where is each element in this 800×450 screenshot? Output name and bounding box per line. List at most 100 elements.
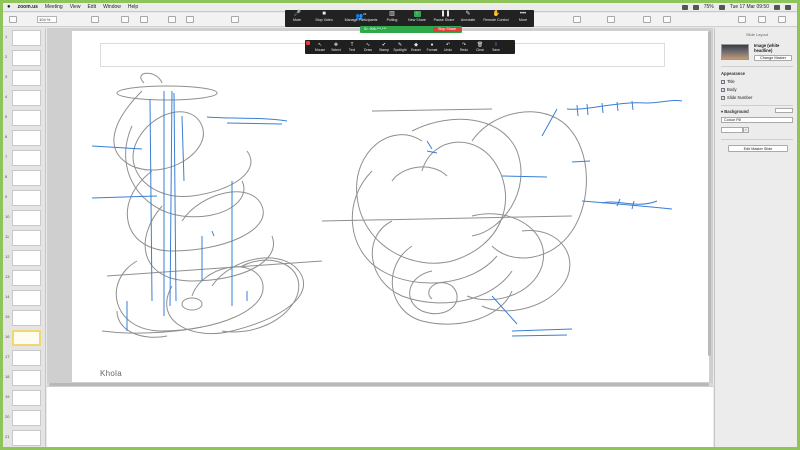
menu-window[interactable]: Window bbox=[103, 4, 121, 10]
more-button[interactable]: ••• More bbox=[515, 11, 531, 22]
annotate-button[interactable]: ✎ Annotate bbox=[458, 11, 478, 22]
slide-thumbnail-row[interactable]: 3 bbox=[3, 68, 45, 88]
slide-number-checkbox[interactable]: ✓ bbox=[721, 95, 725, 100]
slide-thumbnail[interactable] bbox=[12, 250, 41, 266]
slide-thumbnail-row[interactable]: 10 bbox=[3, 208, 45, 228]
annotation-tool-mouse[interactable]: ↖ Mouse bbox=[313, 42, 327, 52]
volume-icon[interactable] bbox=[692, 4, 699, 10]
slide-thumbnail[interactable] bbox=[12, 210, 41, 226]
battery-percent[interactable]: 75% bbox=[704, 4, 714, 10]
slide-thumbnail[interactable] bbox=[12, 350, 41, 366]
slide-thumbnail[interactable] bbox=[12, 30, 41, 46]
slide-thumbnail-row[interactable]: 16 bbox=[3, 328, 45, 348]
slide-thumbnail-row[interactable]: 6 bbox=[3, 128, 45, 148]
background-swatch[interactable] bbox=[775, 108, 793, 113]
master-thumbnail[interactable] bbox=[721, 44, 749, 60]
annotation-tool-clear[interactable]: 🗑 Clear bbox=[473, 42, 487, 52]
annotation-tool-format[interactable]: ● Format bbox=[425, 42, 439, 52]
slide-thumbnail[interactable] bbox=[12, 310, 41, 326]
background-label[interactable]: ▾ Background bbox=[721, 109, 749, 114]
title-checkbox-row[interactable]: ✓ Title bbox=[721, 79, 735, 84]
annotation-tool-undo[interactable]: ↶ Undo bbox=[441, 42, 455, 52]
slide-thumbnail[interactable] bbox=[12, 370, 41, 386]
annotation-tool-select[interactable]: ✥ Select bbox=[329, 42, 343, 52]
slide-thumbnail-row[interactable]: 20 bbox=[3, 408, 45, 428]
slide-thumbnail[interactable] bbox=[12, 390, 41, 406]
inspector-document-tab-icon[interactable] bbox=[778, 16, 786, 23]
annotation-tool-stamp[interactable]: ✔ Stamp bbox=[377, 42, 391, 52]
text-icon[interactable] bbox=[168, 16, 176, 23]
wifi-icon[interactable] bbox=[681, 4, 688, 10]
slide-thumbnail[interactable] bbox=[12, 410, 41, 426]
slide-thumbnail-row[interactable]: 5 bbox=[3, 108, 45, 128]
annotation-tool-text[interactable]: T Text bbox=[345, 42, 359, 52]
slide-thumbnail-row[interactable]: 11 bbox=[3, 228, 45, 248]
slide-thumbnail-row[interactable]: 2 bbox=[3, 48, 45, 68]
inspector-format-tab-icon[interactable] bbox=[738, 16, 746, 23]
apple-icon[interactable]: ● bbox=[7, 4, 11, 10]
pause-share-button[interactable]: ❚❚ Pause Share bbox=[431, 11, 457, 22]
mute-button[interactable]: 🎤 Mute bbox=[290, 11, 304, 22]
slide-thumbnail-row[interactable]: 8 bbox=[3, 168, 45, 188]
search-icon[interactable] bbox=[774, 4, 780, 10]
vertical-scrollbar[interactable] bbox=[708, 31, 711, 356]
annotation-tool-draw[interactable]: ∿ Draw bbox=[361, 42, 375, 52]
new-share-button[interactable]: ↑ New Share bbox=[405, 11, 429, 22]
slide-thumbnail[interactable] bbox=[12, 330, 41, 346]
chart-icon[interactable] bbox=[140, 16, 148, 23]
annotation-tool-eraser[interactable]: ◆ Eraser bbox=[409, 42, 423, 52]
animate-icon[interactable] bbox=[663, 16, 671, 23]
slide-thumbnail-row[interactable]: 4 bbox=[3, 88, 45, 108]
media-icon[interactable] bbox=[231, 16, 239, 23]
slide-thumbnail[interactable] bbox=[12, 70, 41, 86]
edit-master-slide-button[interactable]: Edit Master Slide bbox=[728, 145, 788, 152]
menu-help[interactable]: Help bbox=[128, 4, 138, 10]
slide-thumbnail[interactable] bbox=[12, 230, 41, 246]
collaborate-icon[interactable] bbox=[573, 16, 581, 23]
stop-share-button[interactable]: Stop Share bbox=[433, 27, 461, 32]
slide-thumbnail[interactable] bbox=[12, 90, 41, 106]
slide-thumbnail[interactable] bbox=[12, 130, 41, 146]
slide-thumbnail-row[interactable]: 21 bbox=[3, 428, 45, 447]
zoom-select[interactable]: 104 % bbox=[37, 16, 57, 23]
slide-thumbnail[interactable] bbox=[12, 150, 41, 166]
meeting-id[interactable]: ID: 908-***-*** bbox=[364, 27, 386, 31]
slide-thumbnail-row[interactable]: 1 bbox=[3, 28, 45, 48]
annotation-tool-redo[interactable]: ↷ Redo bbox=[457, 42, 471, 52]
slide-thumbnail-row[interactable]: 19 bbox=[3, 388, 45, 408]
control-center-icon[interactable] bbox=[785, 4, 791, 10]
view-icon[interactable] bbox=[9, 16, 17, 23]
annotation-tool-spotlight[interactable]: ✎ Spotlight bbox=[393, 42, 407, 52]
slide-thumbnail[interactable] bbox=[12, 170, 41, 186]
menubar-clock[interactable]: Tue 17 Mar 09:50 bbox=[730, 4, 769, 10]
stop-video-button[interactable]: ■ Stop Video bbox=[311, 11, 337, 22]
slide-thumbnail-row[interactable]: 12 bbox=[3, 248, 45, 268]
menu-meeting[interactable]: Meeting bbox=[45, 4, 63, 10]
slide-navigator[interactable]: 1 2 3 4 5 6 7 8 9 10 11 12 13 14 15 16 17 18 19 20 21 bbox=[3, 28, 46, 447]
presenter-notes-area[interactable] bbox=[47, 386, 713, 447]
format-icon[interactable] bbox=[643, 16, 651, 23]
title-checkbox[interactable]: ✓ bbox=[721, 79, 725, 84]
menu-app-name[interactable]: zoom.us bbox=[18, 4, 38, 10]
slide-thumbnail-row[interactable]: 13 bbox=[3, 268, 45, 288]
slide[interactable]: Khola bbox=[72, 31, 709, 382]
share-icon[interactable] bbox=[607, 16, 615, 23]
shape-icon[interactable] bbox=[186, 16, 194, 23]
battery-icon[interactable] bbox=[718, 4, 725, 10]
slide-thumbnail-row[interactable]: 17 bbox=[3, 348, 45, 368]
annotation-tool-save[interactable]: ⇪ Save bbox=[489, 42, 503, 52]
slide-thumbnail[interactable] bbox=[12, 270, 41, 286]
slide-number-checkbox-row[interactable]: ✓ Slide Number bbox=[721, 95, 752, 100]
polling-button[interactable]: ▥ Polling bbox=[383, 11, 401, 22]
body-checkbox[interactable]: ✓ bbox=[721, 87, 725, 92]
menu-edit[interactable]: Edit bbox=[87, 4, 96, 10]
body-checkbox-row[interactable]: ✓ Body bbox=[721, 87, 737, 92]
inspector-animate-tab-icon[interactable] bbox=[758, 16, 766, 23]
color-picker-icon[interactable]: › bbox=[743, 127, 749, 133]
slide-thumbnail[interactable] bbox=[12, 190, 41, 206]
close-annotation-icon[interactable] bbox=[306, 41, 310, 45]
change-master-button[interactable]: Change Master bbox=[754, 55, 792, 61]
menu-view[interactable]: View bbox=[70, 4, 81, 10]
slide-thumbnail-row[interactable]: 9 bbox=[3, 188, 45, 208]
slide-thumbnail[interactable] bbox=[12, 50, 41, 66]
